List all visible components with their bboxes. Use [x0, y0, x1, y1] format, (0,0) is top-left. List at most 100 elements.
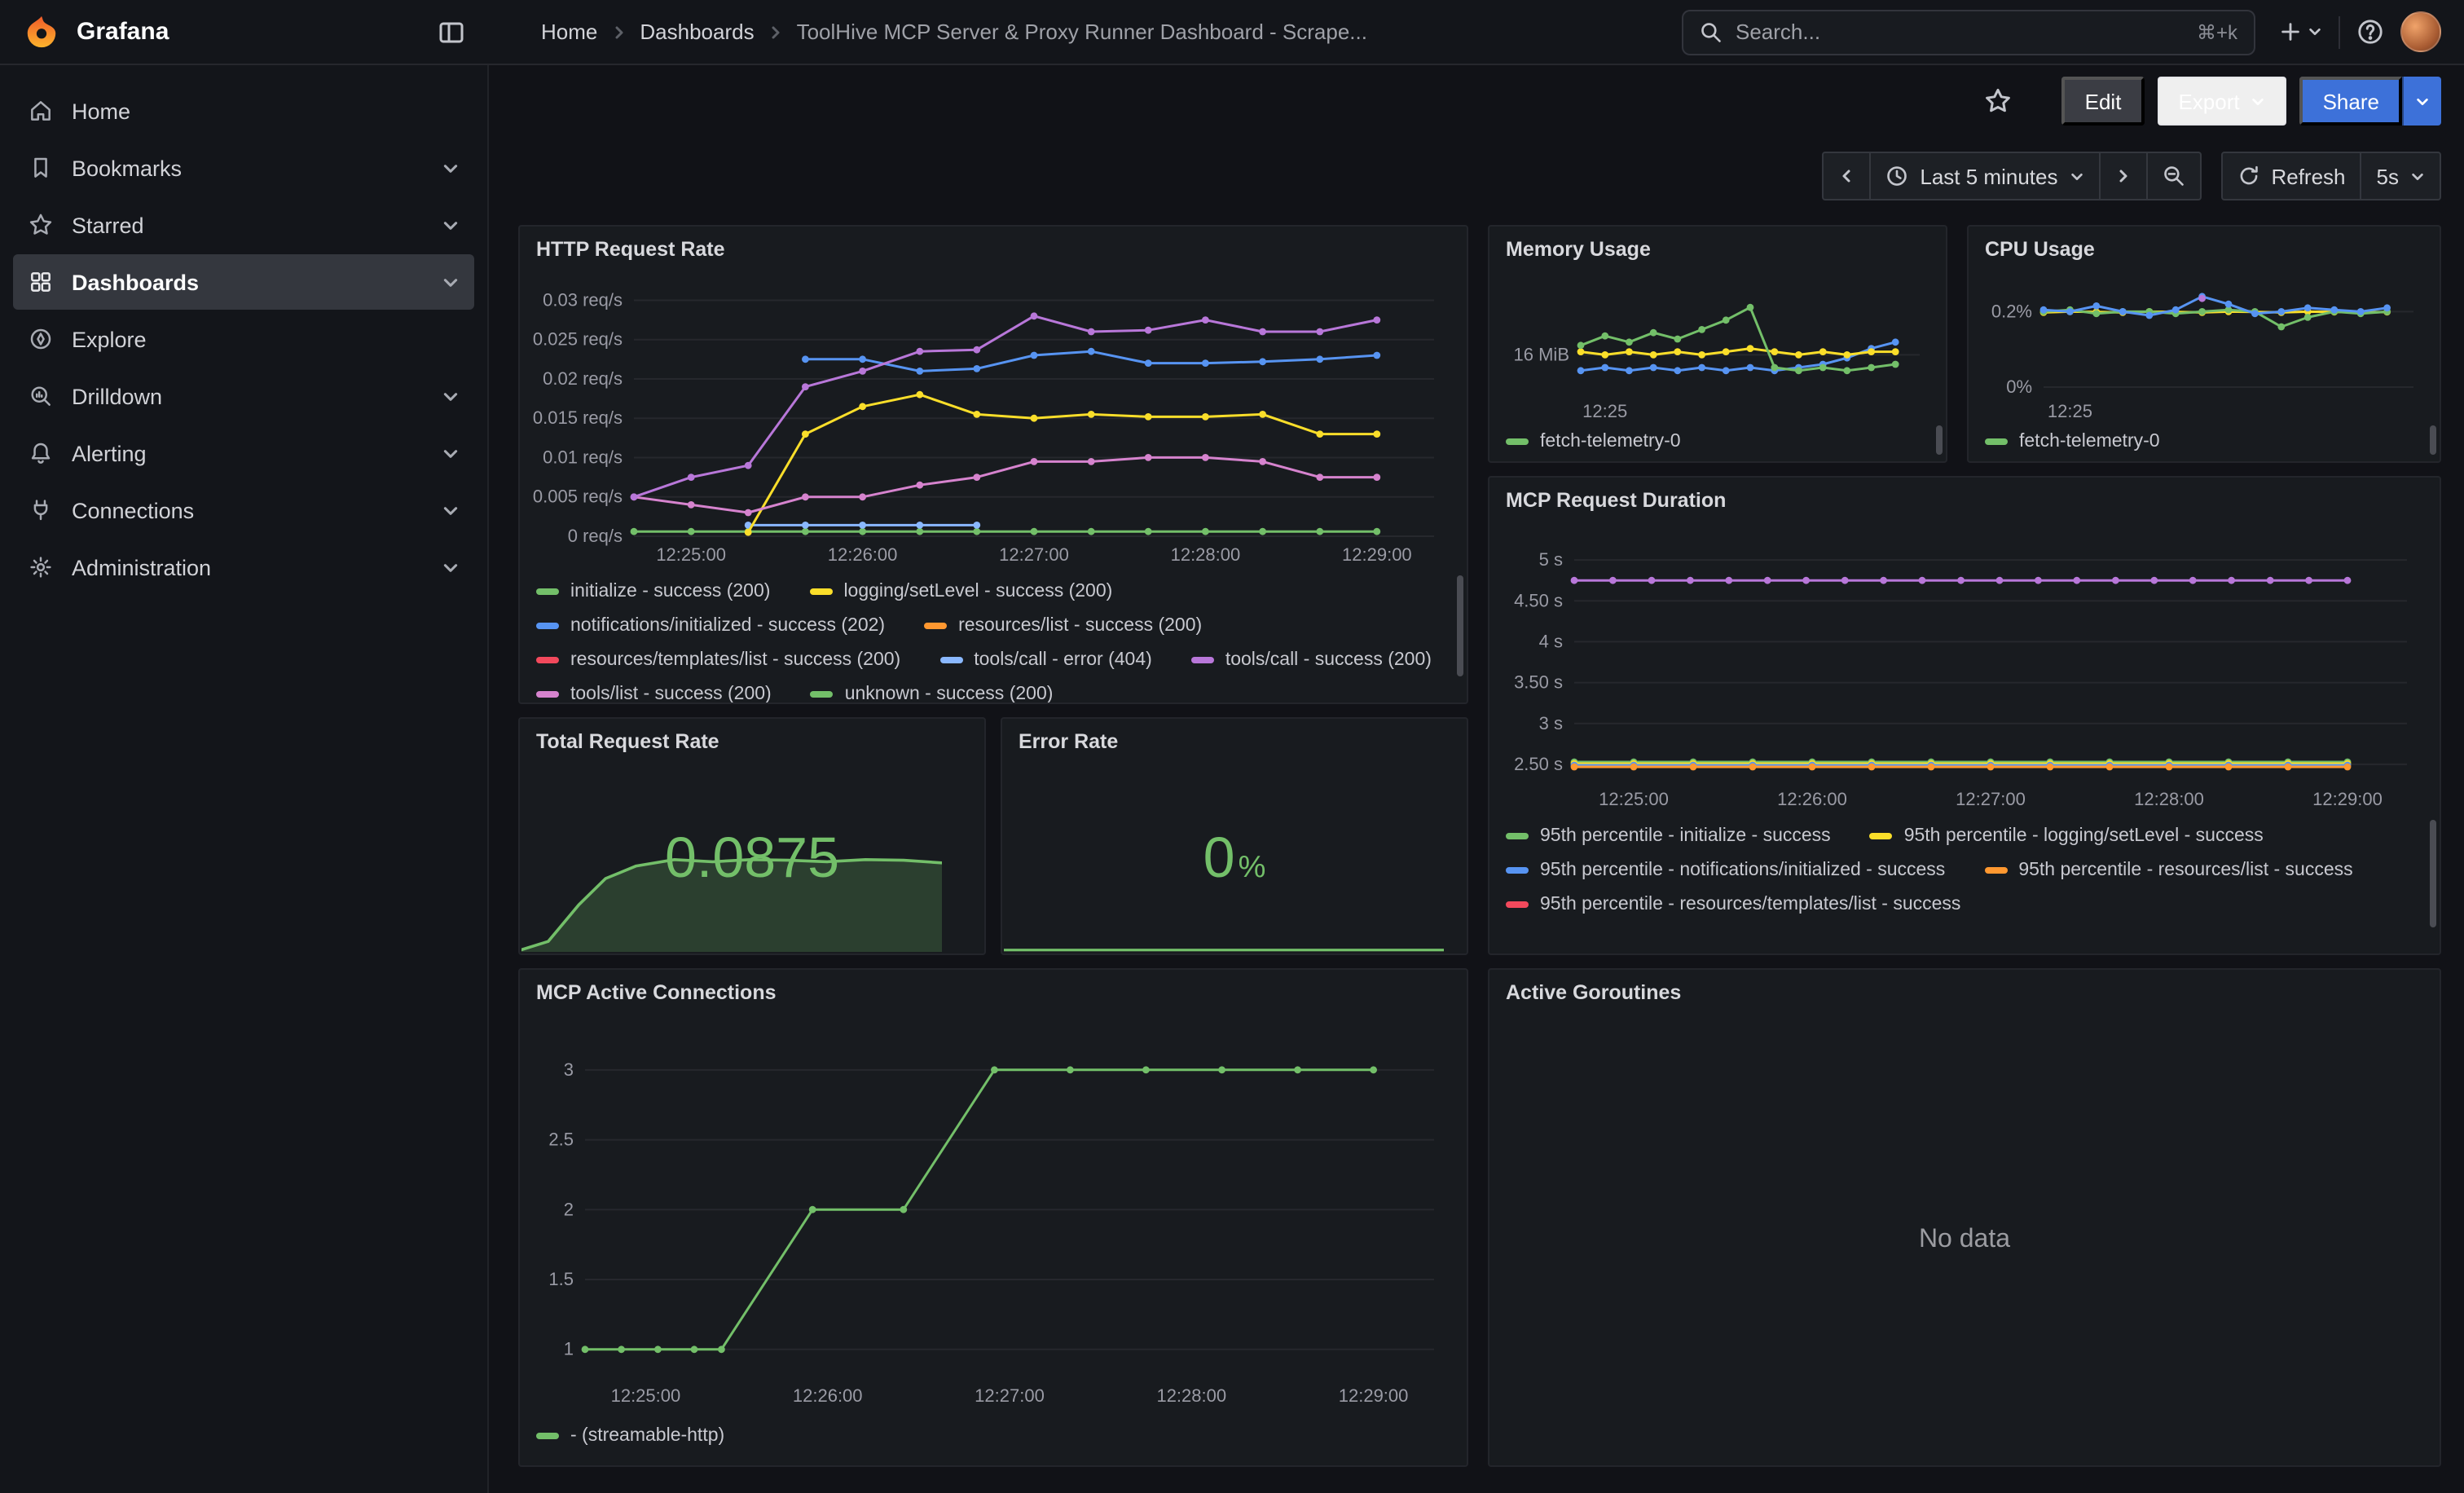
sidebar-item-alerting[interactable]: Alerting	[13, 425, 474, 481]
compass-icon	[28, 326, 54, 352]
chevron-right-icon	[610, 24, 627, 40]
time-controls: Last 5 minutes Refresh 5s	[489, 150, 2464, 202]
series-color-marker	[1191, 657, 1214, 663]
legend-item[interactable]: initialize - success (200)	[536, 575, 770, 608]
panel-title[interactable]: HTTP Request Rate	[520, 227, 1467, 272]
search-placeholder: Search...	[1736, 20, 2184, 44]
sidebar-item-connections[interactable]: Connections	[13, 482, 474, 538]
http-request-rate-chart[interactable]: 0 req/s0.005 req/s0.01 req/s0.015 req/s0…	[530, 272, 1457, 572]
chevron-down-icon[interactable]	[442, 558, 460, 576]
panel-title[interactable]: Error Rate	[1002, 719, 1467, 764]
refresh-button[interactable]: Refresh	[2220, 152, 2361, 200]
chevron-down-icon[interactable]	[442, 216, 460, 234]
breadcrumb-home[interactable]: Home	[541, 20, 597, 44]
share-menu-button[interactable]	[2402, 77, 2441, 126]
sidebar-item-dashboards[interactable]: Dashboards	[13, 254, 474, 310]
refresh-icon	[2237, 165, 2259, 187]
legend-item[interactable]: - (streamable-http)	[536, 1420, 724, 1452]
sidebar-toggle-icon[interactable]	[437, 17, 466, 46]
legend-item[interactable]: tools/list - success (200)	[536, 678, 772, 702]
legend: 95th percentile - initialize - success95…	[1489, 817, 2440, 953]
help-icon	[2356, 18, 2384, 46]
chevron-down-icon[interactable]	[442, 501, 460, 519]
panel-title[interactable]: MCP Request Duration	[1489, 478, 2440, 523]
chevron-down-icon[interactable]	[442, 273, 460, 291]
series-color-marker	[1506, 867, 1529, 874]
sidebar-item-starred[interactable]: Starred	[13, 197, 474, 253]
grafana-logo-icon[interactable]	[23, 13, 60, 51]
search-input[interactable]: Search... ⌘+k	[1682, 9, 2255, 55]
sidebar-item-bookmarks[interactable]: Bookmarks	[13, 140, 474, 196]
panel-title[interactable]: Active Goroutines	[1489, 970, 2440, 1015]
scrollbar[interactable]	[1457, 575, 1463, 676]
legend-item[interactable]: 95th percentile - initialize - success	[1506, 820, 1831, 852]
svg-text:0.015 req/s: 0.015 req/s	[533, 407, 623, 428]
svg-text:12:25: 12:25	[2048, 401, 2092, 421]
avatar[interactable]	[2400, 11, 2441, 52]
sidebar-item-home[interactable]: Home	[13, 83, 474, 139]
series-color-marker	[536, 657, 559, 663]
legend-item[interactable]: fetch-telemetry-0	[1985, 425, 2160, 458]
legend-item[interactable]: logging/setLevel - success (200)	[809, 575, 1112, 608]
scrollbar[interactable]	[2430, 820, 2436, 927]
legend-item[interactable]: unknown - success (200)	[811, 678, 1054, 702]
svg-text:0.03 req/s: 0.03 req/s	[543, 289, 623, 310]
chevron-down-icon[interactable]	[442, 444, 460, 462]
panel-title[interactable]: Total Request Rate	[520, 719, 984, 764]
series-color-marker	[811, 691, 834, 698]
legend-item[interactable]: fetch-telemetry-0	[1506, 425, 1681, 458]
panel-title[interactable]: CPU Usage	[1969, 227, 2440, 272]
legend-item[interactable]: 95th percentile - notifications/initiali…	[1506, 854, 1945, 887]
help-button[interactable]	[2356, 18, 2384, 46]
sidebar-item-administration[interactable]: Administration	[13, 540, 474, 595]
breadcrumb-dashboards[interactable]: Dashboards	[640, 20, 754, 44]
svg-text:12:27:00: 12:27:00	[1956, 789, 2026, 809]
share-button[interactable]: Share	[2300, 77, 2402, 126]
series-color-marker	[1984, 867, 2007, 874]
plus-icon	[2278, 20, 2303, 44]
favorite-star-button[interactable]	[1984, 86, 2013, 116]
time-range-picker[interactable]: Last 5 minutes	[1869, 152, 2100, 200]
time-shift-forward-button[interactable]	[2098, 152, 2147, 200]
legend-item[interactable]: 95th percentile - resources/list - succe…	[1984, 854, 2352, 887]
chevron-down-icon	[2069, 169, 2083, 183]
mcp-active-connections-chart[interactable]: 32.521.5112:25:0012:26:0012:27:0012:28:0…	[530, 1015, 1457, 1416]
refresh-interval-picker[interactable]: 5s	[2361, 152, 2441, 200]
time-shift-back-button[interactable]	[1822, 152, 1871, 200]
edit-button[interactable]: Edit	[2062, 77, 2145, 126]
panel-active-goroutines: Active Goroutines No data	[1488, 968, 2441, 1467]
sidebar-item-drilldown[interactable]: Drilldown	[13, 368, 474, 424]
legend-item[interactable]: 95th percentile - resources/templates/li…	[1506, 888, 1960, 921]
add-new-button[interactable]	[2278, 20, 2322, 44]
chevron-down-icon[interactable]	[442, 159, 460, 177]
svg-text:0.2%: 0.2%	[1991, 301, 2032, 321]
gear-icon	[28, 554, 54, 580]
cpu-usage-chart[interactable]: 0.2%0%12:25	[1978, 272, 2430, 422]
chart-area: 0.2%0%12:25	[1978, 272, 2430, 422]
legend-item[interactable]: tools/call - success (200)	[1191, 644, 1432, 676]
chart-area: 5 s4.50 s4 s3.50 s3 s2.50 s12:25:0012:26…	[1499, 523, 2430, 817]
svg-text:12:25:00: 12:25:00	[1599, 789, 1669, 809]
chevron-down-icon[interactable]	[442, 387, 460, 405]
sidebar-item-explore[interactable]: Explore	[13, 311, 474, 367]
mcp-request-duration-chart[interactable]: 5 s4.50 s4 s3.50 s3 s2.50 s12:25:0012:26…	[1499, 523, 2430, 817]
series-color-marker	[939, 657, 962, 663]
panel-title[interactable]: MCP Active Connections	[520, 970, 1467, 1015]
legend-item[interactable]: 95th percentile - logging/setLevel - suc…	[1870, 820, 2264, 852]
star-icon	[1984, 86, 2013, 116]
legend-item[interactable]: resources/list - success (200)	[924, 610, 1202, 642]
scrollbar[interactable]	[1936, 425, 1943, 455]
scrollbar[interactable]	[2430, 425, 2436, 455]
legend-item[interactable]: notifications/initialized - success (202…	[536, 610, 885, 642]
panel-title[interactable]: Memory Usage	[1489, 227, 1946, 272]
memory-usage-chart[interactable]: 16 MiB12:25	[1499, 272, 1936, 422]
nav-actions	[2255, 11, 2464, 52]
zoom-out-button[interactable]	[2145, 152, 2201, 200]
svg-text:12:29:00: 12:29:00	[1342, 544, 1412, 565]
legend-item[interactable]: resources/templates/list - success (200)	[536, 644, 900, 676]
svg-text:12:27:00: 12:27:00	[975, 1385, 1045, 1406]
export-button[interactable]: Export	[2157, 77, 2286, 126]
legend-item[interactable]: tools/call - error (404)	[939, 644, 1152, 676]
chevron-right-icon	[768, 24, 784, 40]
panel-cpu-usage: CPU Usage 0.2%0%12:25 fetch-telemetry-0	[1967, 225, 2441, 463]
